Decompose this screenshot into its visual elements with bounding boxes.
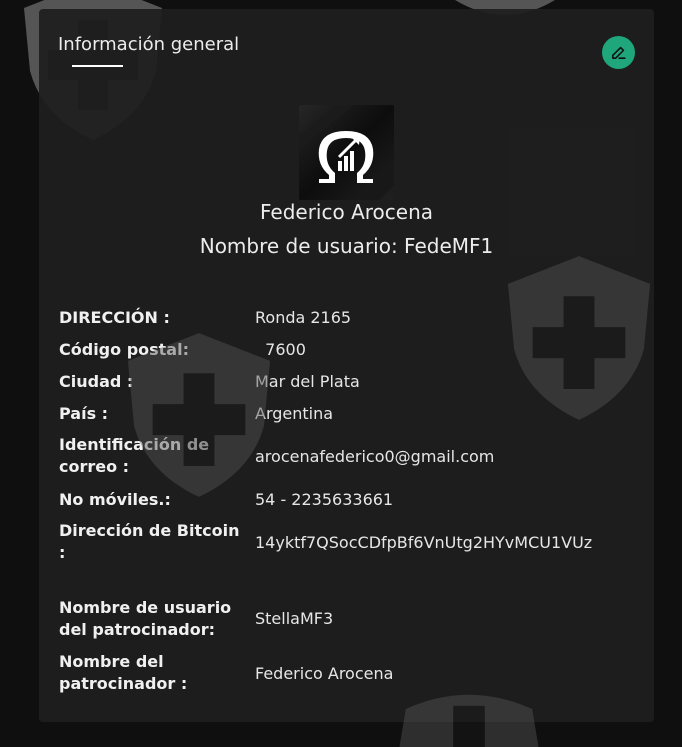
omega-growth-logo-icon: [299, 105, 394, 200]
info-value: Ronda 2165: [255, 308, 352, 327]
info-label: No móviles.:: [59, 490, 171, 509]
info-label: Identificación de correo :: [59, 435, 210, 476]
edit-button[interactable]: [602, 36, 635, 69]
general-info-card: Información general Federico Arocena Nom…: [39, 9, 654, 722]
info-label: País :: [59, 404, 109, 423]
title-underline: [72, 65, 123, 67]
info-value: Argentina: [255, 404, 334, 423]
pencil-icon: [612, 46, 626, 59]
card-title: Información general: [58, 34, 240, 55]
profile-username: Nombre de usuario: FedeMF1: [199, 234, 494, 258]
info-value: 54 - 2235633661: [255, 490, 394, 509]
info-value: 7600: [255, 340, 306, 359]
profile-name: Federico Arocena: [259, 200, 434, 224]
info-value: arocenafederico0@gmail.com: [255, 447, 495, 466]
info-label: Dirección de Bitcoin :: [59, 521, 240, 562]
info-value: 14yktf7QSocCDfpBf6VnUtg2HYvMCU1VUz: [255, 533, 593, 552]
info-label: Nombre de usuario del patrocinador:: [59, 598, 232, 639]
info-value: StellaMF3: [255, 609, 334, 628]
info-label: Código postal:: [59, 340, 189, 359]
info-label: DIRECCIÓN :: [59, 308, 170, 327]
info-label: Nombre del patrocinador :: [59, 652, 188, 693]
info-value: Mar del Plata: [255, 372, 360, 391]
info-label: Ciudad :: [59, 372, 134, 391]
avatar: [299, 105, 394, 200]
info-value: Federico Arocena: [255, 664, 394, 683]
